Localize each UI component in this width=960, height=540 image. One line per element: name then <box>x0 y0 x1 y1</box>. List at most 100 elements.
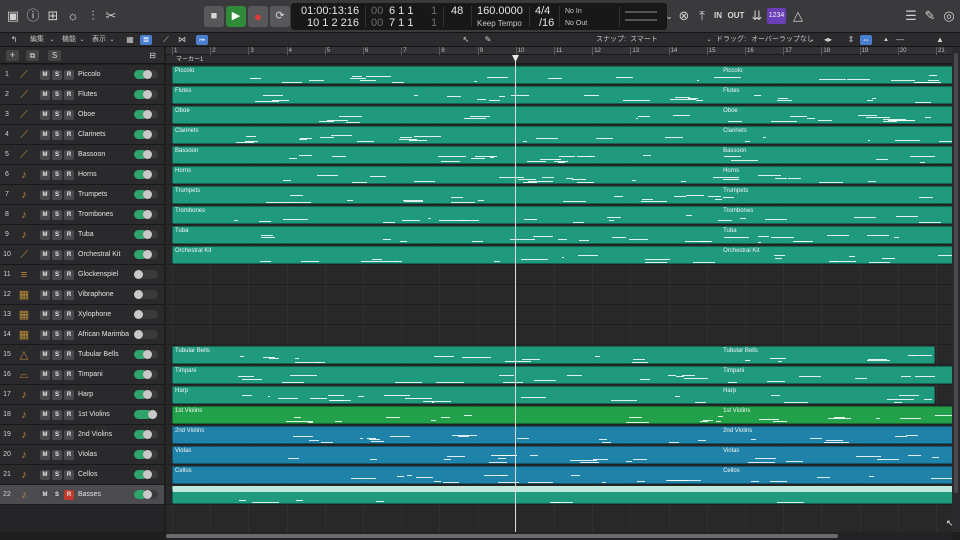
record-enable-button[interactable]: R <box>64 310 74 320</box>
solo-button[interactable]: S <box>52 450 62 460</box>
mute-button[interactable]: M <box>40 450 50 460</box>
mute-button[interactable]: M <box>40 490 50 500</box>
track-header[interactable]: 22 ♪ M S R Basses <box>0 485 164 505</box>
xylophone-icon[interactable]: ▦ <box>15 306 33 324</box>
track-name[interactable]: Violas <box>78 445 136 464</box>
solo-button[interactable]: S <box>52 210 62 220</box>
record-enable-button[interactable]: R <box>64 210 74 220</box>
waveform-zoom-icon[interactable]: ◂▸ <box>822 35 834 45</box>
track-name[interactable]: Horns <box>78 165 136 184</box>
volume-slider[interactable] <box>134 110 158 119</box>
zoom-slider[interactable]: — <box>894 35 906 45</box>
catch-icon[interactable]: ⤖ <box>196 35 208 45</box>
stop-button[interactable]: ■ <box>204 6 224 27</box>
solo-button[interactable]: S <box>52 110 62 120</box>
solo-button[interactable]: S <box>52 310 62 320</box>
track-header[interactable]: 18 ♪ M S R 1st Violins <box>0 405 164 425</box>
zoom-out-icon[interactable]: ▲ <box>880 35 892 45</box>
track-name[interactable]: Harp <box>78 385 136 404</box>
autopunch-in-button[interactable]: IN <box>711 7 725 25</box>
record-enable-button[interactable]: R <box>64 490 74 500</box>
view-menu-chevron-icon[interactable]: ⌄ <box>106 35 118 45</box>
midi-region[interactable]: Bassoon Bassoon <box>172 146 952 164</box>
bass-icon[interactable]: ♪ <box>15 486 33 504</box>
mute-button[interactable]: M <box>40 130 50 140</box>
track-header[interactable]: 19 ♪ M S R 2nd Violins <box>0 425 164 445</box>
track-name[interactable]: Flutes <box>78 85 136 104</box>
list-view-icon[interactable]: ≣ <box>140 35 152 45</box>
volume-knob[interactable] <box>142 470 152 479</box>
record-enable-button[interactable]: R <box>64 450 74 460</box>
midi-region[interactable]: Oboe Oboe <box>172 106 952 124</box>
volume-knob[interactable] <box>142 450 152 459</box>
track-header[interactable]: 4 ⟋ M S R Clarinets <box>0 125 164 145</box>
volume-slider[interactable] <box>134 390 158 399</box>
track-header[interactable]: 11 ≡ M S R Glockenspiel <box>0 265 164 285</box>
tuner-icon[interactable]: ⤒ <box>693 7 711 25</box>
zoom-in-icon[interactable]: ▲ <box>934 35 946 45</box>
automation-icon[interactable]: ⟋ <box>160 35 172 45</box>
toolbar-icon[interactable]: ⊞ <box>44 7 62 25</box>
record-enable-button[interactable]: R <box>64 250 74 260</box>
edit-menu-chevron-icon[interactable]: ⌄ <box>46 35 58 45</box>
track-name[interactable]: Xylophone <box>78 305 136 324</box>
function-menu-chevron-icon[interactable]: ⌄ <box>76 35 88 45</box>
volume-slider[interactable] <box>134 350 158 359</box>
record-enable-button[interactable]: R <box>64 290 74 300</box>
record-enable-button[interactable]: R <box>64 70 74 80</box>
record-enable-button[interactable]: R <box>64 90 74 100</box>
note-pad-icon[interactable]: ✎ <box>921 7 939 25</box>
track-header[interactable]: 2 ⟋ M S R Flutes <box>0 85 164 105</box>
midi-region[interactable]: Flutes Flutes <box>172 86 952 104</box>
track-name[interactable]: Basses <box>78 485 136 504</box>
midi-region[interactable]: Violas Violas <box>172 446 952 464</box>
mute-button[interactable]: M <box>40 250 50 260</box>
track-header[interactable]: 10 ⟋ M S R Orchestral Kit <box>0 245 164 265</box>
bells-icon[interactable]: △ <box>15 346 33 364</box>
lcd-display[interactable]: 01:00:13:16 10 1 2 216 00 6 1 1 1 00 7 1… <box>291 3 667 30</box>
volume-slider[interactable] <box>134 130 158 139</box>
info-icon[interactable]: ⓘ <box>24 7 42 25</box>
volume-slider[interactable] <box>134 290 158 299</box>
solo-button[interactable]: S <box>52 190 62 200</box>
volume-slider[interactable] <box>134 370 158 379</box>
mute-button[interactable]: M <box>40 190 50 200</box>
cello-icon[interactable]: ♪ <box>15 466 33 484</box>
arrange-area[interactable]: Piccolo Piccolo Flutes Flutes Oboe Oboe Clarin… <box>166 65 952 532</box>
mute-button[interactable]: M <box>40 330 50 340</box>
track-name[interactable]: 2nd Violins <box>78 425 136 444</box>
record-enable-button[interactable]: R <box>64 110 74 120</box>
volume-knob[interactable] <box>142 170 152 179</box>
volume-slider[interactable] <box>134 410 158 419</box>
harp-icon[interactable]: ♪ <box>15 386 33 404</box>
track-name[interactable]: African Marimba <box>78 325 136 344</box>
record-enable-button[interactable]: R <box>64 230 74 240</box>
track-name[interactable]: Tuba <box>78 225 136 244</box>
volume-slider[interactable] <box>134 90 158 99</box>
tuba-icon[interactable]: ♪ <box>15 226 33 244</box>
mute-button[interactable]: M <box>40 470 50 480</box>
flute-icon[interactable]: ⟋ <box>15 86 33 104</box>
view-menu[interactable]: 表示 <box>92 35 106 45</box>
solo-button[interactable]: S <box>52 170 62 180</box>
solo-button[interactable]: S <box>52 490 62 500</box>
mute-button[interactable]: M <box>40 350 50 360</box>
record-enable-button[interactable]: R <box>64 190 74 200</box>
horizontal-scrollbar[interactable] <box>166 532 952 540</box>
mute-button[interactable]: M <box>40 410 50 420</box>
clarinet-icon[interactable]: ⟋ <box>15 126 33 144</box>
track-name[interactable]: Orchestral Kit <box>78 245 136 264</box>
volume-slider[interactable] <box>134 270 158 279</box>
record-enable-button[interactable]: R <box>64 410 74 420</box>
midi-region[interactable]: 2nd Violins 2nd Violins <box>172 426 952 444</box>
timpani-icon[interactable]: ⌓ <box>15 366 33 384</box>
smart-controls-icon[interactable]: ☼ <box>64 7 82 25</box>
solo-button[interactable]: S <box>52 230 62 240</box>
volume-slider[interactable] <box>134 430 158 439</box>
track-header[interactable]: 1 ⟋ M S R Piccolo <box>0 65 164 85</box>
trumpet-icon[interactable]: ♪ <box>15 186 33 204</box>
solo-button[interactable]: S <box>52 370 62 380</box>
grid-view-icon[interactable]: ▦ <box>124 35 136 45</box>
marimba-icon[interactable]: ▦ <box>15 326 33 344</box>
mute-button[interactable]: M <box>40 290 50 300</box>
